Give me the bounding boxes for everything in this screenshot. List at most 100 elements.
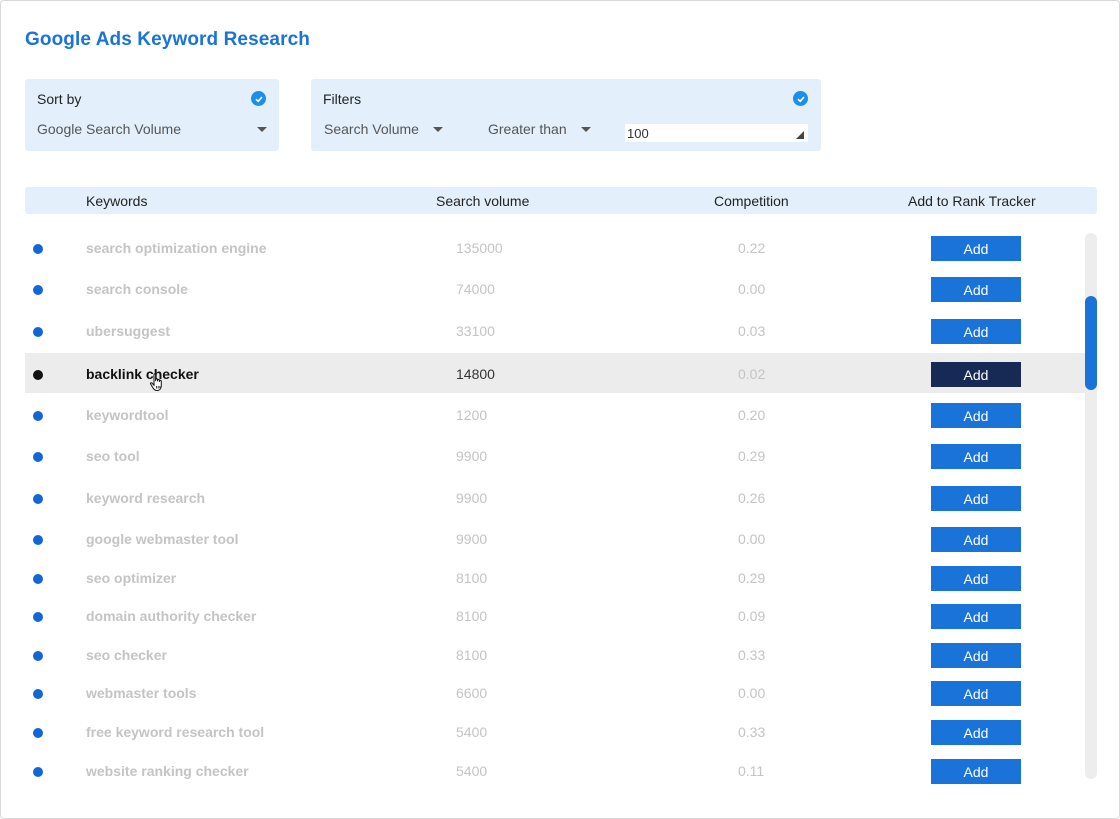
- chevron-down-icon: [432, 126, 443, 132]
- volume-cell: 9900: [456, 448, 488, 464]
- volume-cell: 5400: [456, 763, 488, 779]
- volume-cell: 14800: [456, 366, 495, 382]
- add-button[interactable]: Add: [931, 759, 1021, 784]
- table-row: keywordtool 1200 0.20 Add: [25, 394, 1085, 434]
- keyword-cell: seo optimizer: [86, 570, 177, 586]
- chevron-down-icon: [580, 126, 591, 132]
- header-add-to-rank-tracker: Add to Rank Tracker: [908, 193, 1036, 209]
- resize-handle-icon[interactable]: [796, 131, 804, 139]
- table-row: ubersuggest 33100 0.03 Add: [25, 310, 1085, 350]
- table-row: webmaster tools 6600 0.00 Add: [25, 672, 1085, 712]
- add-button[interactable]: Add: [931, 604, 1021, 629]
- table-row: seo optimizer 8100 0.29 Add: [25, 557, 1085, 597]
- add-button[interactable]: Add: [931, 527, 1021, 552]
- keyword-cell: domain authority checker: [86, 608, 257, 624]
- hand-pointer-icon: [149, 373, 162, 392]
- app-frame: Google Ads Keyword Research Sort by Goog…: [0, 0, 1120, 819]
- keyword-cell: backlink checker: [86, 366, 199, 382]
- filter-metric-value: Search Volume: [324, 121, 419, 137]
- filter-value-input[interactable]: [625, 124, 808, 142]
- keyword-cell: google webmaster tool: [86, 531, 239, 547]
- bullet-icon: [33, 411, 43, 421]
- volume-cell: 74000: [456, 281, 495, 297]
- competition-cell: 0.33: [738, 647, 766, 663]
- add-button[interactable]: Add: [931, 277, 1021, 302]
- add-button[interactable]: Add: [931, 720, 1021, 745]
- bullet-icon: [33, 574, 43, 584]
- sort-select[interactable]: Google Search Volume: [37, 119, 267, 139]
- competition-cell: 0.29: [738, 570, 766, 586]
- competition-cell: 0.22: [738, 240, 766, 256]
- add-button[interactable]: Add: [931, 403, 1021, 428]
- scrollbar-track[interactable]: [1085, 233, 1097, 779]
- bullet-icon: [33, 285, 43, 295]
- competition-cell: 0.29: [738, 448, 766, 464]
- filters-label: Filters: [323, 91, 362, 107]
- sort-check-icon[interactable]: [251, 91, 266, 106]
- volume-cell: 8100: [456, 608, 488, 624]
- volume-cell: 8100: [456, 647, 488, 663]
- table-row: search optimization engine 135000 0.22 A…: [25, 227, 1085, 267]
- add-button[interactable]: Add: [931, 681, 1021, 706]
- bullet-icon: [33, 244, 43, 254]
- keyword-cell: search console: [86, 281, 188, 297]
- volume-cell: 6600: [456, 685, 488, 701]
- keyword-cell: free keyword research tool: [86, 724, 265, 740]
- add-button[interactable]: Add: [931, 319, 1021, 344]
- bullet-icon: [33, 535, 43, 545]
- table-row: seo tool 9900 0.29 Add: [25, 435, 1085, 475]
- table-row: website ranking checker 5400 0.11 Add: [25, 750, 1085, 790]
- table-row: free keyword research tool 5400 0.33 Add: [25, 711, 1085, 751]
- table-header: Keywords Search volume Competition Add t…: [25, 187, 1097, 214]
- header-search-volume: Search volume: [436, 193, 530, 209]
- volume-cell: 8100: [456, 570, 488, 586]
- keyword-cell: webmaster tools: [86, 685, 197, 701]
- add-button[interactable]: Add: [931, 236, 1021, 261]
- sort-panel: Sort by Google Search Volume: [25, 79, 279, 151]
- competition-cell: 0.09: [738, 608, 766, 624]
- page-title: Google Ads Keyword Research: [25, 29, 310, 50]
- bullet-icon: [33, 327, 43, 337]
- add-button[interactable]: Add: [931, 643, 1021, 668]
- table-row: domain authority checker 8100 0.09 Add: [25, 595, 1085, 635]
- keyword-cell: keyword research: [86, 490, 206, 506]
- table-row-hovered[interactable]: backlink checker 14800 0.02 Add: [25, 353, 1085, 393]
- sort-label: Sort by: [37, 91, 82, 107]
- competition-cell: 0.26: [738, 490, 766, 506]
- bullet-icon: [33, 689, 43, 699]
- competition-cell: 0.00: [738, 281, 766, 297]
- bullet-icon: [33, 728, 43, 738]
- bullet-icon: [33, 370, 43, 380]
- competition-cell: 0.03: [738, 323, 766, 339]
- header-keywords: Keywords: [86, 193, 148, 209]
- filter-metric-select[interactable]: Search Volume: [324, 119, 443, 139]
- filter-operator-value: Greater than: [488, 121, 567, 137]
- volume-cell: 33100: [456, 323, 495, 339]
- filter-operator-select[interactable]: Greater than: [488, 119, 591, 139]
- competition-cell: 0.11: [738, 763, 765, 779]
- table-row: keyword research 9900 0.26 Add: [25, 477, 1085, 517]
- add-button[interactable]: Add: [931, 486, 1021, 511]
- filters-check-icon[interactable]: [793, 91, 808, 106]
- keyword-cell: keywordtool: [86, 407, 169, 423]
- keyword-cell: seo checker: [86, 647, 167, 663]
- add-button[interactable]: Add: [931, 444, 1021, 469]
- bullet-icon: [33, 494, 43, 504]
- chevron-down-icon: [257, 126, 267, 132]
- table-row: seo checker 8100 0.33 Add: [25, 634, 1085, 674]
- competition-cell: 0.00: [738, 531, 766, 547]
- volume-cell: 135000: [456, 240, 503, 256]
- bullet-icon: [33, 651, 43, 661]
- add-button[interactable]: Add: [931, 362, 1021, 387]
- table-row: search console 74000 0.00 Add: [25, 268, 1085, 308]
- keyword-cell: seo tool: [86, 448, 140, 464]
- volume-cell: 1200: [456, 407, 488, 423]
- scrollbar-thumb[interactable]: [1085, 296, 1097, 390]
- competition-cell: 0.02: [738, 366, 766, 382]
- bullet-icon: [33, 612, 43, 622]
- volume-cell: 9900: [456, 531, 488, 547]
- add-button[interactable]: Add: [931, 566, 1021, 591]
- table-row: google webmaster tool 9900 0.00 Add: [25, 518, 1085, 558]
- volume-cell: 9900: [456, 490, 488, 506]
- filters-panel: Filters Search Volume Greater than: [311, 79, 821, 151]
